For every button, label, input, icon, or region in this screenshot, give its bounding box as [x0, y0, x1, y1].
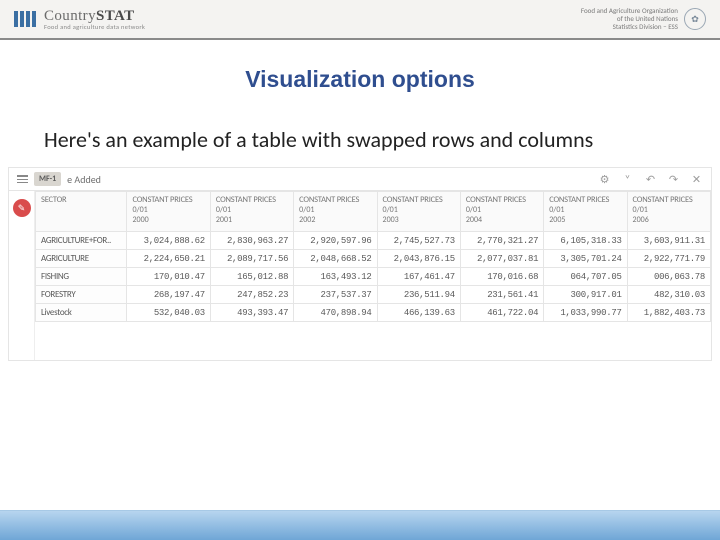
dataset-badge: MF-1: [34, 172, 61, 186]
app-header: CountrySTAT Food and agriculture data ne…: [0, 0, 720, 40]
cell: 165,012.88: [210, 268, 293, 286]
table-row: AGRICULTURE2,224,650.212,089,717.562,048…: [36, 250, 711, 268]
col-header: CONSTANT PRICES0/012000: [127, 192, 210, 232]
cell: 482,310.03: [627, 286, 710, 304]
countrystat-logo-icon: [14, 11, 36, 27]
chevron-down-icon[interactable]: ˅: [621, 173, 634, 186]
header-left: CountrySTAT Food and agriculture data ne…: [14, 8, 145, 31]
cell: 493,393.47: [210, 304, 293, 322]
table-wrap: SECTORCONSTANT PRICES0/012000CONSTANT PR…: [35, 191, 711, 360]
cell: 300,917.01: [544, 286, 627, 304]
logo-text-block: CountrySTAT Food and agriculture data ne…: [44, 8, 145, 31]
cell: 3,603,911.31: [627, 232, 710, 250]
cell: 237,537.37: [294, 286, 377, 304]
redo-icon[interactable]: ↷: [667, 173, 680, 186]
table-row: FISHING170,010.47165,012.88163,493.12167…: [36, 268, 711, 286]
cell: 3,024,888.62: [127, 232, 210, 250]
cell: 6,105,318.33: [544, 232, 627, 250]
cell: 170,016.68: [460, 268, 543, 286]
logo-text: Country: [44, 8, 96, 24]
cell: 006,063.78: [627, 268, 710, 286]
cell: 2,224,650.21: [127, 250, 210, 268]
cell: 2,922,771.79: [627, 250, 710, 268]
cell: 2,089,717.56: [210, 250, 293, 268]
data-panel: MF-1 e Added ⚙ ˅ ↶ ↷ ✕ ✎ SECTORCONSTANT …: [8, 167, 712, 361]
tool-button[interactable]: ✎: [13, 199, 31, 217]
cell: 1,033,990.77: [544, 304, 627, 322]
col-header: CONSTANT PRICES0/012001: [210, 192, 293, 232]
cell: 3,305,701.24: [544, 250, 627, 268]
logo-subtext: Food and agriculture data network: [44, 23, 145, 31]
col-header: CONSTANT PRICES0/012006: [627, 192, 710, 232]
logo-text-bold: STAT: [96, 8, 135, 24]
cell: 1,882,403.73: [627, 304, 710, 322]
cell: 461,722.04: [460, 304, 543, 322]
cell: 236,511.94: [377, 286, 460, 304]
fao-logo-icon: ✿: [684, 8, 706, 30]
cell: 2,830,963.27: [210, 232, 293, 250]
cell: 170,010.47: [127, 268, 210, 286]
footer-bar: [0, 510, 720, 540]
cell: 064,707.05: [544, 268, 627, 286]
row-label: AGRICULTURE: [36, 250, 127, 268]
table-row: Livestock532,040.03493,393.47470,898.944…: [36, 304, 711, 322]
cell: 247,852.23: [210, 286, 293, 304]
cell: 2,077,037.81: [460, 250, 543, 268]
cell: 470,898.94: [294, 304, 377, 322]
cell: 268,197.47: [127, 286, 210, 304]
cell: 2,770,321.27: [460, 232, 543, 250]
side-rail: ✎: [9, 191, 35, 360]
undo-icon[interactable]: ↶: [644, 173, 657, 186]
row-label: AGRICULTURE+FOR..: [36, 232, 127, 250]
cell: 163,493.12: [294, 268, 377, 286]
row-label: FISHING: [36, 268, 127, 286]
col-header: CONSTANT PRICES0/012003: [377, 192, 460, 232]
col-header-sector: SECTOR: [36, 192, 127, 232]
row-label: FORESTRY: [36, 286, 127, 304]
row-label: Livestock: [36, 304, 127, 322]
menu-icon[interactable]: [17, 175, 28, 183]
cell: 231,561.41: [460, 286, 543, 304]
panel-toolbar: MF-1 e Added ⚙ ˅ ↶ ↷ ✕: [8, 167, 712, 191]
page-title: Visualization options: [0, 66, 720, 93]
panel-body: ✎ SECTORCONSTANT PRICES0/012000CONSTANT …: [8, 191, 712, 361]
table-row: FORESTRY268,197.47247,852.23237,537.3723…: [36, 286, 711, 304]
col-header: CONSTANT PRICES0/012004: [460, 192, 543, 232]
cell: 2,745,527.73: [377, 232, 460, 250]
cell: 2,043,876.15: [377, 250, 460, 268]
col-header: CONSTANT PRICES0/012002: [294, 192, 377, 232]
cell: 167,461.47: [377, 268, 460, 286]
page-subtext: Here's an example of a table with swappe…: [44, 127, 680, 153]
gear-icon[interactable]: ⚙: [598, 173, 611, 186]
tab-label: e Added: [67, 173, 101, 186]
col-header: CONSTANT PRICES0/012005: [544, 192, 627, 232]
fao-label: Food and Agriculture Organization of the…: [581, 7, 678, 30]
header-right: Food and Agriculture Organization of the…: [581, 7, 706, 30]
cell: 2,920,597.96: [294, 232, 377, 250]
cell: 532,040.03: [127, 304, 210, 322]
table-row: AGRICULTURE+FOR..3,024,888.622,830,963.2…: [36, 232, 711, 250]
close-icon[interactable]: ✕: [690, 173, 703, 186]
data-table: SECTORCONSTANT PRICES0/012000CONSTANT PR…: [35, 191, 711, 322]
cell: 2,048,668.52: [294, 250, 377, 268]
cell: 466,139.63: [377, 304, 460, 322]
